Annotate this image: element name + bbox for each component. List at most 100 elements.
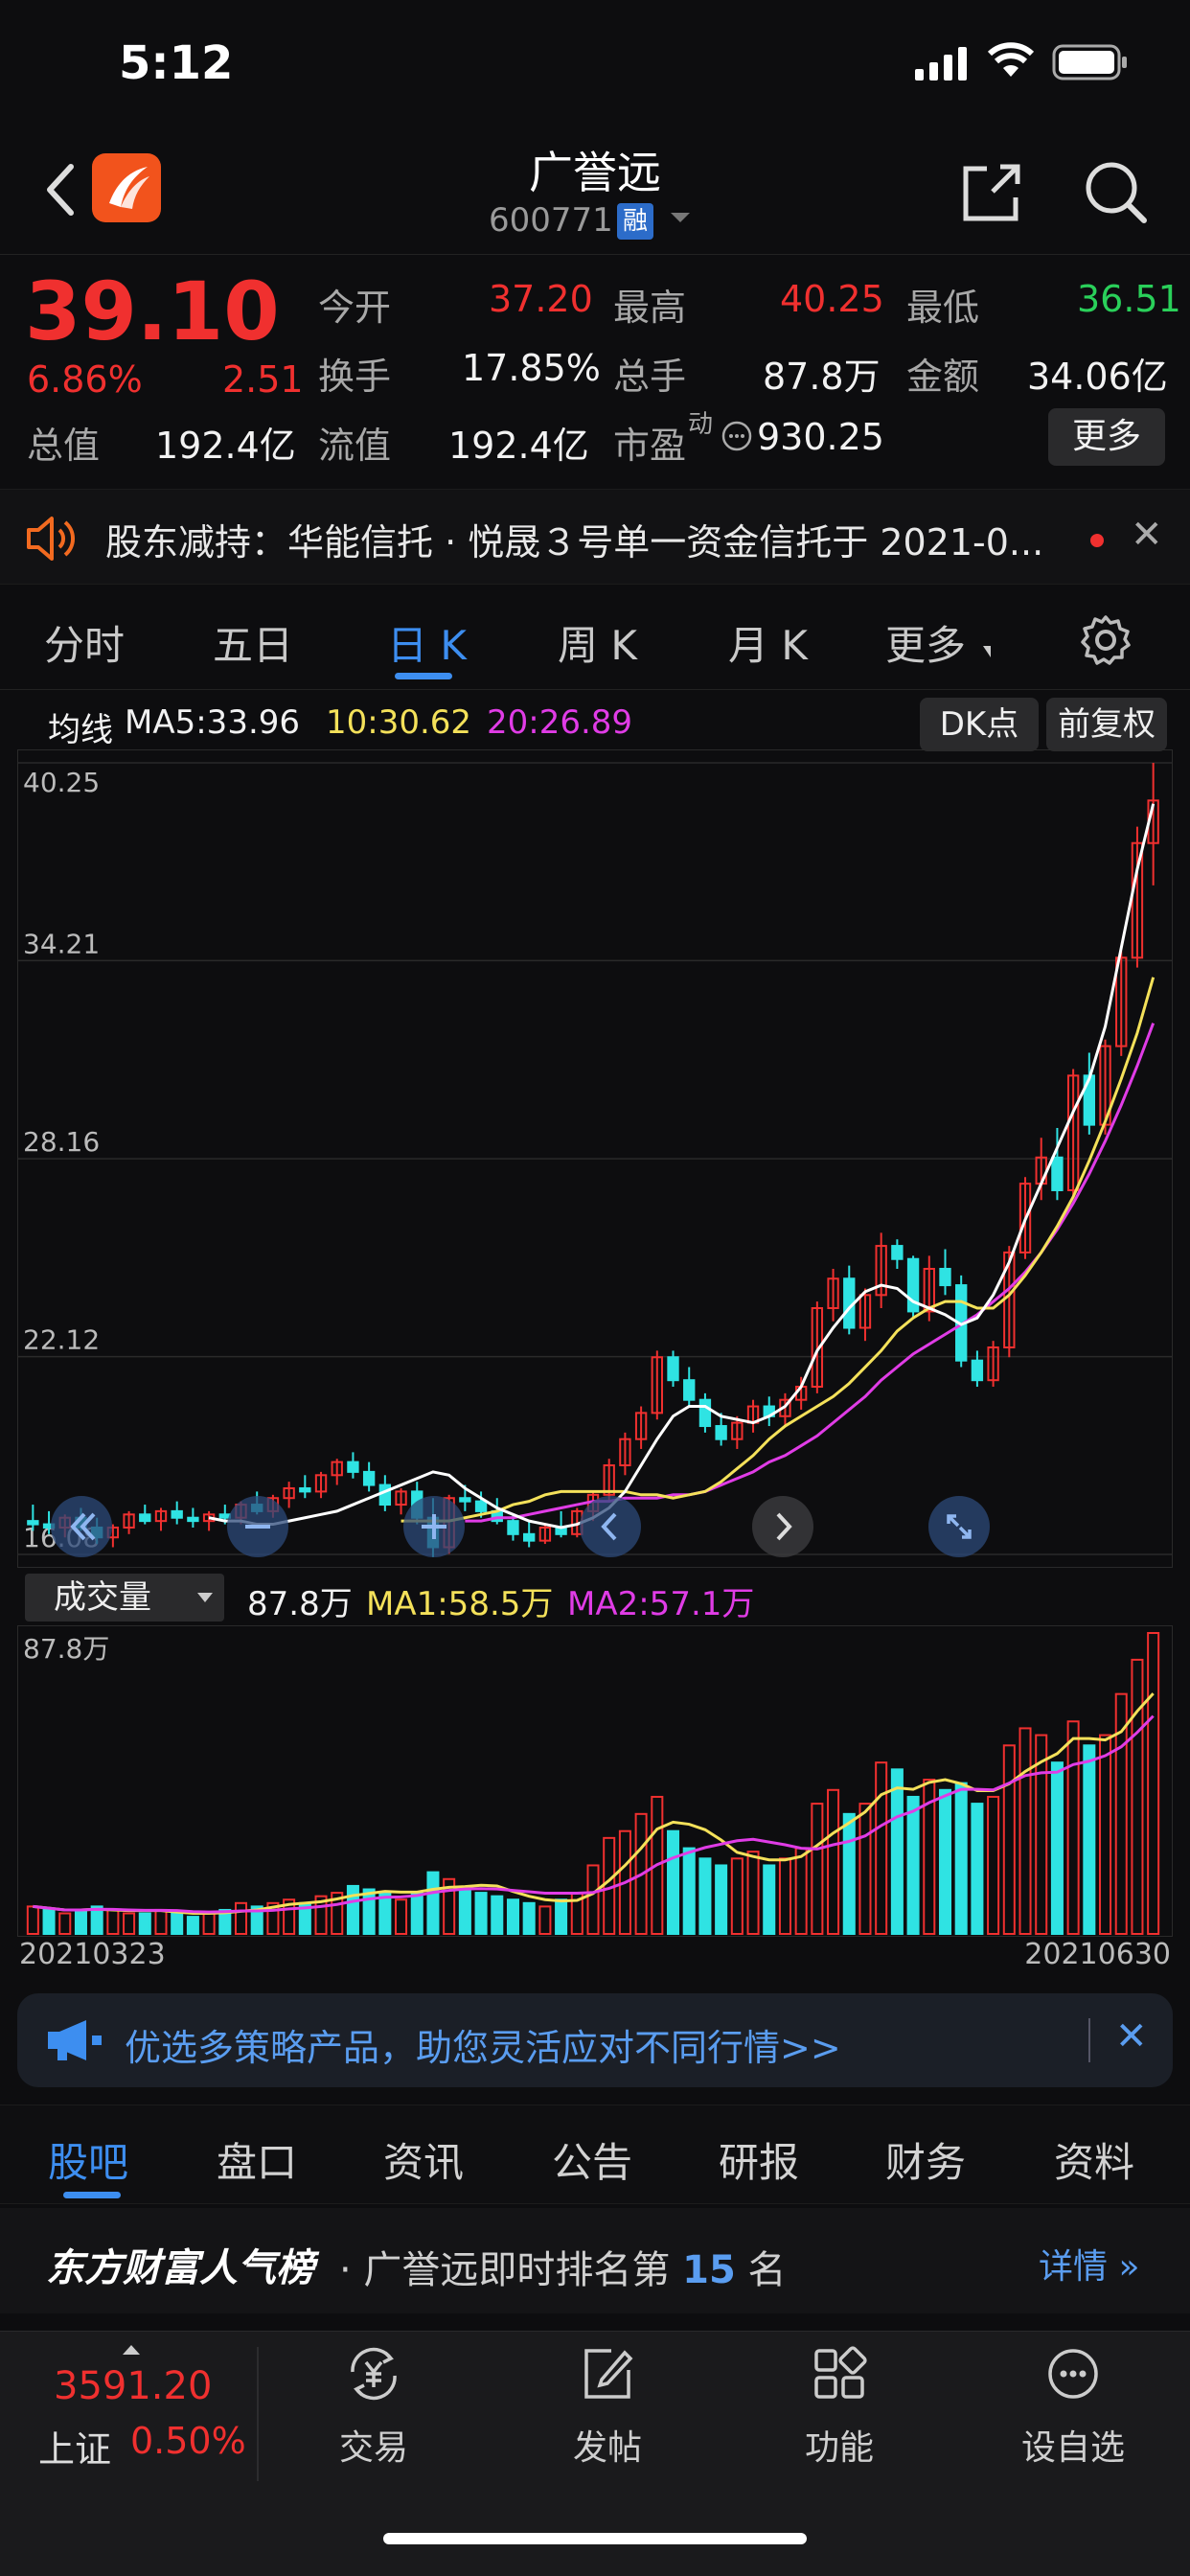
volume-bar bbox=[154, 1908, 168, 1935]
candlestick-chart[interactable]: 40.2534.2128.1622.1216.08 bbox=[17, 749, 1173, 1568]
megaphone-icon bbox=[48, 2020, 102, 2060]
adjust-forward-button[interactable]: 前复权 bbox=[1046, 698, 1167, 751]
tab-pankou[interactable]: 盘口 bbox=[217, 2130, 297, 2189]
functions-button[interactable]: 功能 bbox=[753, 2343, 926, 2470]
tab-monthly-k[interactable]: 月 K bbox=[728, 613, 808, 672]
candle bbox=[939, 1267, 951, 1287]
volume-bar bbox=[906, 1795, 920, 1935]
trade-button[interactable]: 交易 bbox=[287, 2343, 460, 2470]
tab-research[interactable]: 研报 bbox=[719, 2130, 799, 2189]
candle bbox=[171, 1509, 183, 1519]
share-icon[interactable] bbox=[958, 159, 1025, 226]
turnover-value: 17.85% bbox=[462, 347, 601, 389]
market-cap-value: 192.4亿 bbox=[155, 425, 296, 467]
candle bbox=[507, 1520, 519, 1535]
promo-close-icon[interactable]: ✕ bbox=[1115, 2014, 1148, 2058]
volume-bar bbox=[1050, 1761, 1064, 1935]
pe-dynamic-sup: 动 bbox=[688, 410, 714, 439]
dk-point-button[interactable]: DK点 bbox=[920, 698, 1039, 751]
volume-bar bbox=[1131, 1658, 1144, 1936]
tab-news[interactable]: 资讯 bbox=[383, 2130, 464, 2189]
current-price: 39.10 bbox=[25, 264, 280, 358]
info-circle-icon[interactable] bbox=[721, 420, 753, 452]
candle bbox=[523, 1532, 536, 1542]
volume-bar bbox=[458, 1888, 471, 1935]
scroll-left-fast-icon[interactable] bbox=[50, 1495, 113, 1558]
zoom-out-icon[interactable] bbox=[226, 1495, 289, 1558]
volume-bar bbox=[555, 1898, 568, 1936]
chevron-down-icon[interactable] bbox=[671, 213, 690, 222]
signal-icon bbox=[915, 47, 967, 80]
volume-bar bbox=[1099, 1734, 1112, 1935]
high-value: 40.25 bbox=[780, 278, 884, 320]
tab-intraday[interactable]: 分时 bbox=[44, 613, 125, 672]
add-watchlist-button[interactable]: 设自选 bbox=[987, 2343, 1159, 2470]
close-icon[interactable]: ✕ bbox=[1131, 513, 1163, 557]
tab-guba[interactable]: 股吧 bbox=[48, 2130, 128, 2189]
trade-yen-icon bbox=[351, 2347, 397, 2401]
index-value[interactable]: 3591.20 bbox=[54, 2364, 212, 2408]
volume-bar bbox=[746, 1851, 760, 1935]
pe-label: 市盈 bbox=[613, 425, 687, 467]
volume-bar bbox=[827, 1788, 840, 1935]
add-watchlist-label: 设自选 bbox=[1020, 2428, 1125, 2468]
expand-up-icon[interactable] bbox=[123, 2345, 140, 2355]
y-tick-label: 34.21 bbox=[23, 928, 100, 959]
volume-bar bbox=[1002, 1744, 1016, 1935]
change-amount: 2.51 bbox=[222, 358, 304, 401]
tab-more[interactable]: 更多 bbox=[885, 613, 966, 672]
volume-ma2: MA2:57.1万 bbox=[567, 1585, 755, 1623]
tab-indicator bbox=[395, 673, 452, 679]
tab-five-day[interactable]: 五日 bbox=[213, 613, 293, 672]
candle bbox=[299, 1486, 311, 1493]
volume-bar bbox=[842, 1812, 856, 1936]
battery-icon bbox=[1052, 44, 1127, 80]
scroll-right-icon[interactable] bbox=[751, 1495, 814, 1558]
promo-banner[interactable]: 优选多策略产品，助您灵活应对不同行情>> ✕ bbox=[17, 1993, 1173, 2087]
more-button[interactable]: 更多 bbox=[1048, 408, 1165, 466]
settings-gear-icon[interactable] bbox=[1079, 613, 1133, 667]
volume-bar bbox=[1147, 1632, 1160, 1935]
volume-bar bbox=[410, 1892, 423, 1936]
indicator-select[interactable]: 成交量 bbox=[25, 1574, 224, 1622]
tab-profile[interactable]: 资料 bbox=[1054, 2130, 1134, 2189]
promo-divider bbox=[1088, 2018, 1090, 2062]
scroll-left-icon[interactable] bbox=[579, 1495, 642, 1558]
post-button[interactable]: 发帖 bbox=[521, 2343, 694, 2470]
index-name: 上证 bbox=[38, 2428, 112, 2471]
ma5-line bbox=[208, 803, 1156, 1530]
tab-finance[interactable]: 财务 bbox=[885, 2130, 966, 2189]
volume-bar bbox=[491, 1895, 504, 1935]
more-dots-icon bbox=[1048, 2349, 1098, 2399]
announcement-bar[interactable]: 股东减持：华能信托 · 悦晟３号单一资金信托于 2021-0... ✕ bbox=[0, 489, 1190, 585]
fullscreen-icon[interactable] bbox=[927, 1495, 991, 1558]
rank-detail-link[interactable]: 详情 » bbox=[1039, 2239, 1139, 2288]
volume-bar bbox=[186, 1916, 199, 1935]
start-date: 20210323 bbox=[19, 1938, 166, 1971]
tab-daily-k[interactable]: 日 K bbox=[387, 613, 467, 672]
bottom-divider bbox=[257, 2347, 259, 2481]
volume-bar bbox=[954, 1782, 968, 1935]
search-icon[interactable] bbox=[1083, 159, 1150, 226]
volume-chart[interactable]: 87.8万 bbox=[17, 1625, 1173, 1937]
speaker-icon bbox=[27, 517, 76, 561]
candle bbox=[715, 1425, 727, 1440]
stock-code: 600771 bbox=[489, 201, 613, 240]
rank-detail-label: 详情 bbox=[1039, 2247, 1109, 2287]
volume-bar bbox=[1083, 1744, 1096, 1935]
volume-bar bbox=[1018, 1727, 1032, 1935]
popularity-rank-bar[interactable]: 东方财富人气榜 · 广誉远即时排名第 15 名 详情 » bbox=[0, 2208, 1190, 2313]
grid-apps-icon bbox=[814, 2346, 867, 2399]
tab-notices[interactable]: 公告 bbox=[552, 2130, 632, 2189]
zoom-in-icon[interactable] bbox=[402, 1495, 466, 1558]
quote-panel: 39.10 6.86% 2.51 今开 37.20 最高 40.25 最低 36… bbox=[0, 254, 1190, 484]
candle bbox=[698, 1398, 712, 1428]
volume-bar bbox=[506, 1898, 519, 1936]
functions-label: 功能 bbox=[804, 2428, 874, 2468]
double-chevron-right-icon: » bbox=[1108, 2247, 1140, 2287]
volume-bar bbox=[474, 1892, 488, 1936]
status-bar: 5:12 bbox=[0, 0, 1190, 125]
pe-value: 930.25 bbox=[757, 416, 884, 458]
volume-bar bbox=[138, 1912, 151, 1936]
tab-weekly-k[interactable]: 周 K bbox=[558, 613, 637, 672]
